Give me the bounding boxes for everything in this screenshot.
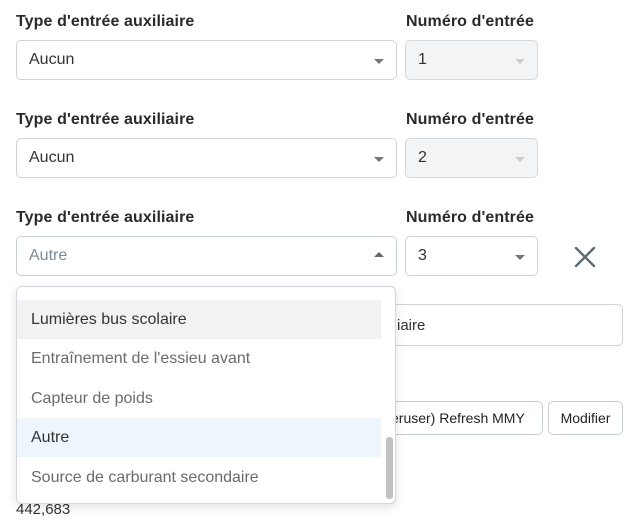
chevron-up-icon xyxy=(374,252,384,257)
input-number-select-3[interactable]: 3 xyxy=(405,236,538,276)
aux-input-type-select-1[interactable]: Aucun xyxy=(16,40,397,80)
input-number-label-3: Numéro d'entrée xyxy=(406,209,534,226)
dropdown-option-school-bus-lights[interactable]: Lumières bus scolaire xyxy=(17,300,381,339)
dropdown-option-other[interactable]: Autre xyxy=(17,418,381,457)
aux-input-type-select-2[interactable]: Aucun xyxy=(16,138,397,178)
aux-input-type-label-2: Type d'entrée auxiliaire xyxy=(16,111,195,128)
input-number-label-2: Numéro d'entrée xyxy=(406,111,534,128)
modify-button[interactable]: Modifier xyxy=(548,401,623,435)
input-number-label-1: Numéro d'entrée xyxy=(406,13,534,30)
chevron-down-icon xyxy=(515,157,525,162)
aux-input-type-select-3[interactable]: Autre xyxy=(16,236,397,276)
background-text-input[interactable]: iaire xyxy=(380,304,623,346)
dropdown-option-weight-sensor[interactable]: Capteur de poids xyxy=(17,379,381,418)
aux-input-type-label-3: Type d'entrée auxiliaire xyxy=(16,209,195,226)
chevron-down-icon xyxy=(374,59,384,64)
aux-input-type-value-3: Autre xyxy=(29,247,68,264)
input-number-select-2: 2 xyxy=(405,138,538,178)
aux-input-type-value-1: Aucun xyxy=(29,51,75,68)
dropdown-option-front-axle-drive[interactable]: Entraînement de l'essieu avant xyxy=(17,339,381,378)
modify-button-label: Modifier xyxy=(560,410,611,426)
dropdown-scrollbar-thumb[interactable] xyxy=(386,437,393,499)
refresh-mmy-button[interactable]: eruser) Refresh MMY xyxy=(382,401,543,435)
input-number-select-1: 1 xyxy=(405,40,538,80)
chevron-down-icon xyxy=(515,255,525,260)
chevron-down-icon xyxy=(515,59,525,64)
chevron-down-icon xyxy=(374,157,384,162)
aux-input-type-value-2: Aucun xyxy=(29,149,75,166)
background-input-value: iaire xyxy=(397,316,426,334)
refresh-mmy-label: eruser) Refresh MMY xyxy=(391,410,525,426)
dropdown-option-secondary-fuel-source[interactable]: Source de carburant secondaire xyxy=(17,458,381,497)
close-icon[interactable] xyxy=(572,244,598,270)
aux-input-type-dropdown-menu[interactable]: Lumières bus scolaire Entraînement de l'… xyxy=(16,286,396,504)
aux-input-type-label-1: Type d'entrée auxiliaire xyxy=(16,13,195,30)
